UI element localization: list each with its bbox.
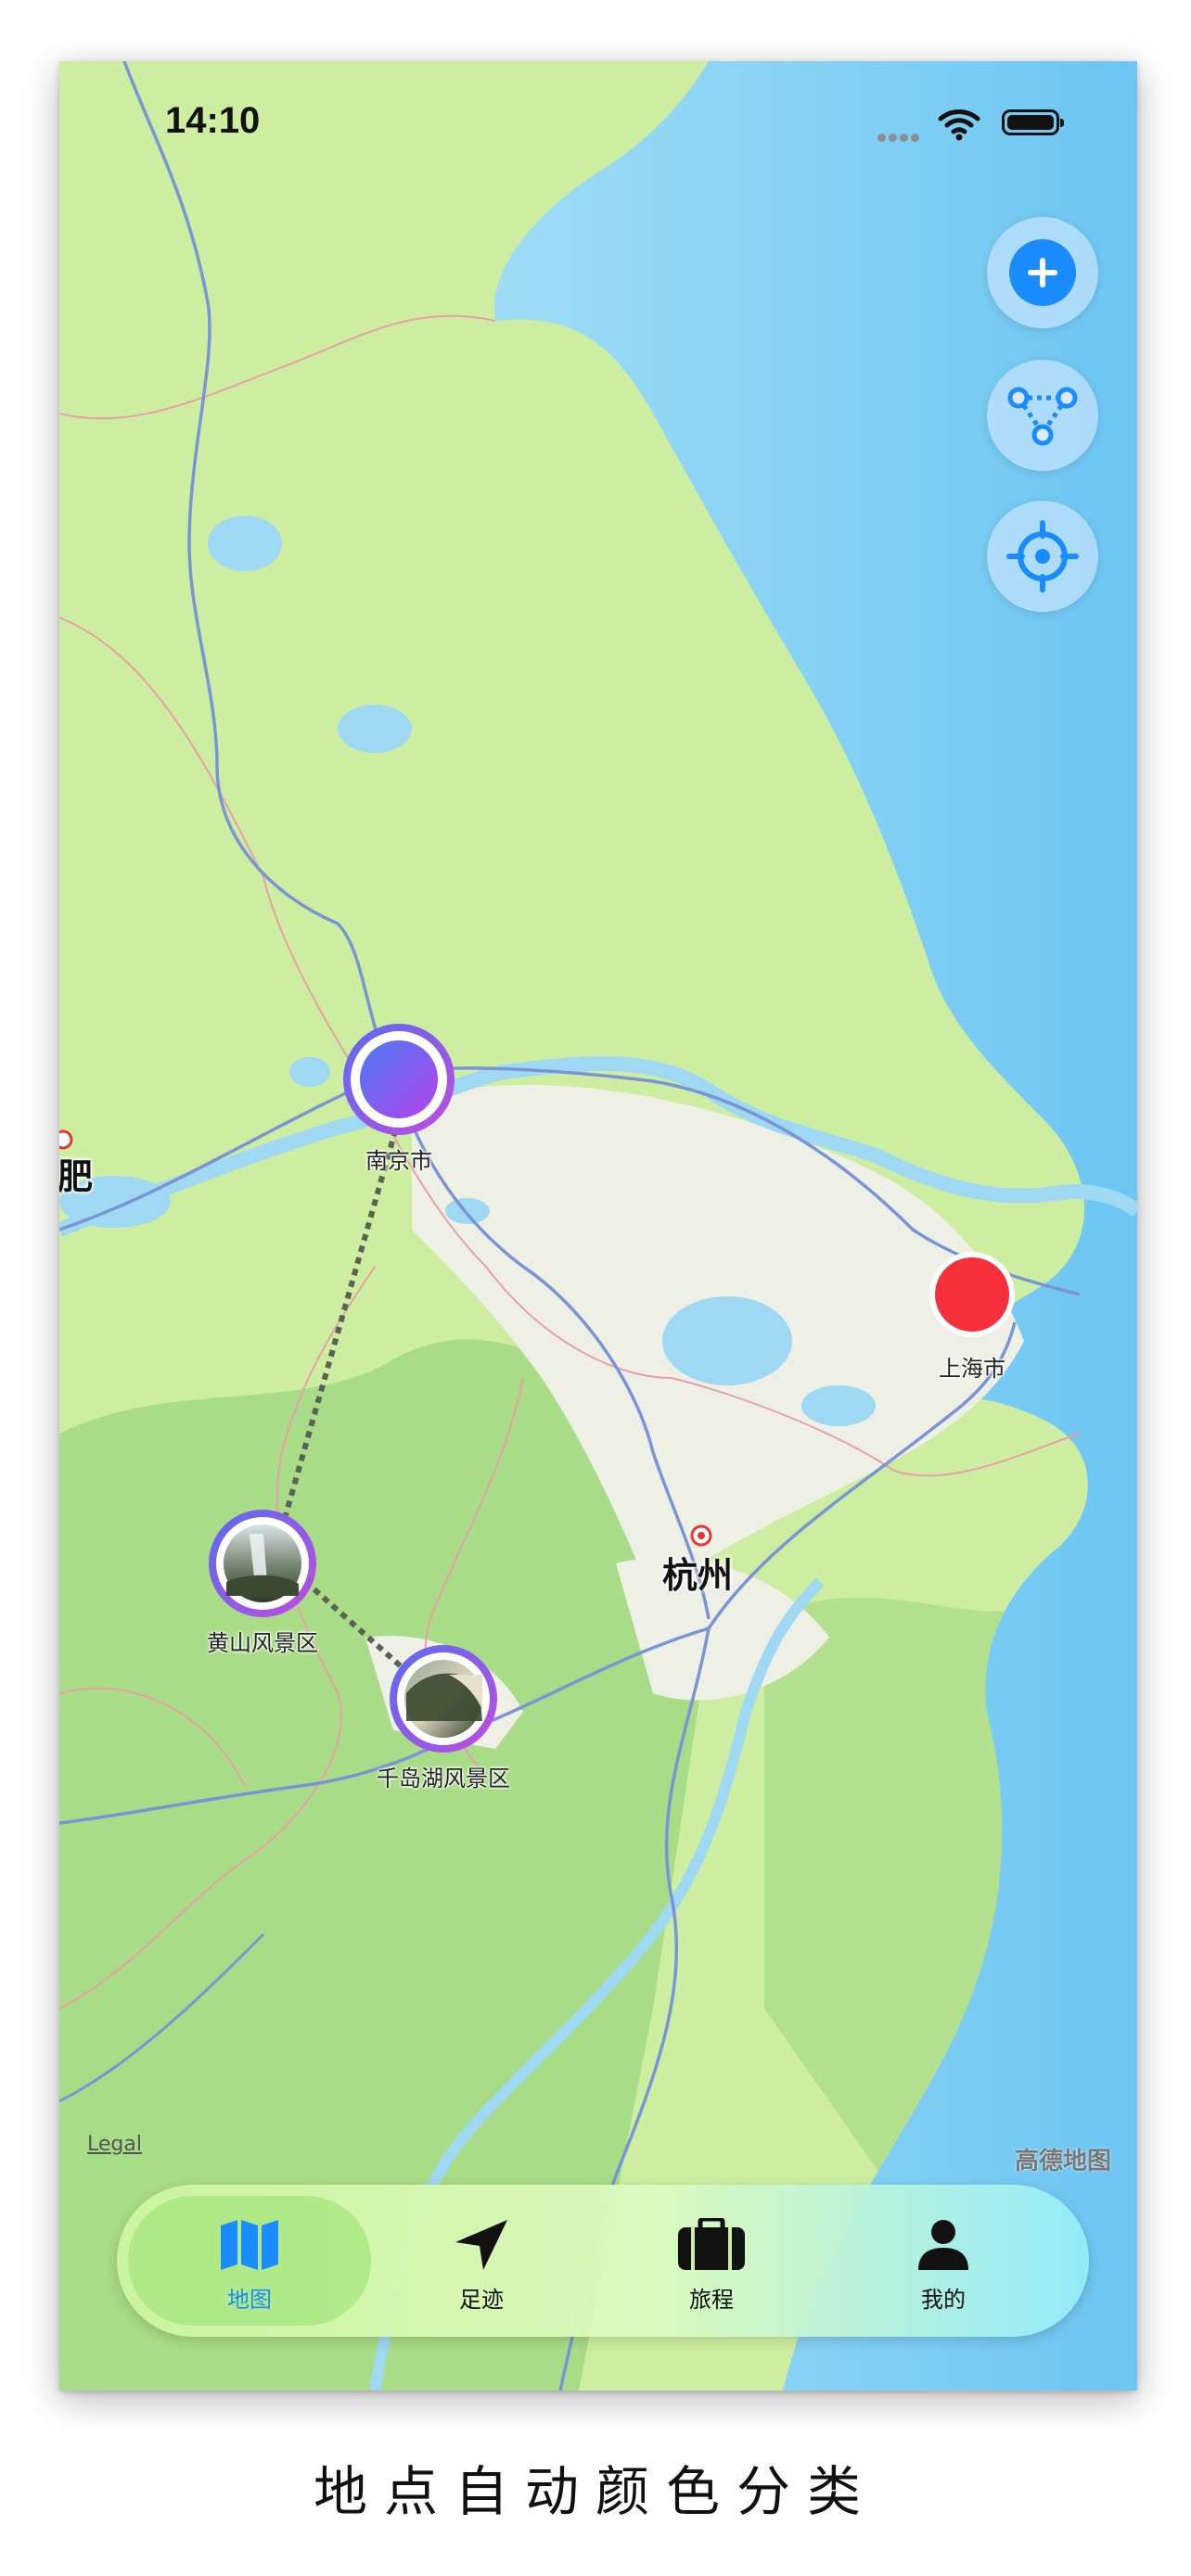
tab-map[interactable]: 地图	[128, 2196, 371, 2326]
tab-map-label: 地图	[227, 2287, 272, 2313]
tab-profile-label: 我的	[921, 2287, 966, 2313]
tab-profile[interactable]: 我的	[822, 2196, 1065, 2326]
caption: 地点自动颜色分类	[313, 2460, 877, 2523]
city-label-hangzhou: 杭州	[662, 1555, 734, 1596]
pin-shanghai[interactable]	[929, 1252, 1015, 1337]
add-place-button[interactable]	[987, 217, 1098, 328]
map-provider-logo: 高德地图	[1015, 2148, 1112, 2175]
tab-journey[interactable]: 旅程	[590, 2196, 833, 2326]
wifi-icon	[938, 109, 980, 141]
tab-footprints[interactable]: 足迹	[360, 2196, 603, 2326]
route-button[interactable]	[987, 360, 1098, 471]
city-label-hefei: 肥	[59, 1156, 94, 1197]
suitcase-icon	[678, 2218, 745, 2270]
phone-screen: 南京市 黄山风景区 千岛湖风景区 上海市 杭州 肥 14:10 Legal 高德…	[59, 61, 1137, 2391]
pin-label-nanjing: 南京市	[365, 1148, 432, 1174]
map-canvas[interactable]	[59, 61, 1137, 2391]
pin-label-qiandaohu: 千岛湖风景区	[377, 1766, 510, 1792]
pin-huangshan[interactable]	[209, 1510, 316, 1617]
pin-nanjing[interactable]	[343, 1024, 455, 1135]
pin-label-huangshan: 黄山风景区	[207, 1630, 318, 1656]
map-icon	[221, 2220, 278, 2270]
tab-journey-label: 旅程	[689, 2287, 734, 2313]
crosshair-icon	[1006, 520, 1079, 593]
locate-button[interactable]	[987, 501, 1098, 612]
tab-footprints-label: 足迹	[459, 2287, 504, 2313]
location-arrow-icon	[455, 2220, 507, 2270]
person-icon	[918, 2220, 968, 2270]
status-time: 14:10	[165, 100, 261, 141]
cellular-signal-icon	[877, 128, 924, 142]
legal-link[interactable]: Legal	[87, 2133, 142, 2156]
plus-circle-icon	[1009, 239, 1076, 306]
status-bar: 14:10	[59, 61, 1137, 191]
pin-qiandaohu[interactable]	[390, 1645, 497, 1753]
pin-label-shanghai: 上海市	[939, 1356, 1005, 1382]
tab-bar: 地图 足迹 旅程 我的	[117, 2185, 1089, 2337]
route-nodes-icon	[1007, 387, 1078, 446]
battery-icon	[1002, 109, 1064, 135]
